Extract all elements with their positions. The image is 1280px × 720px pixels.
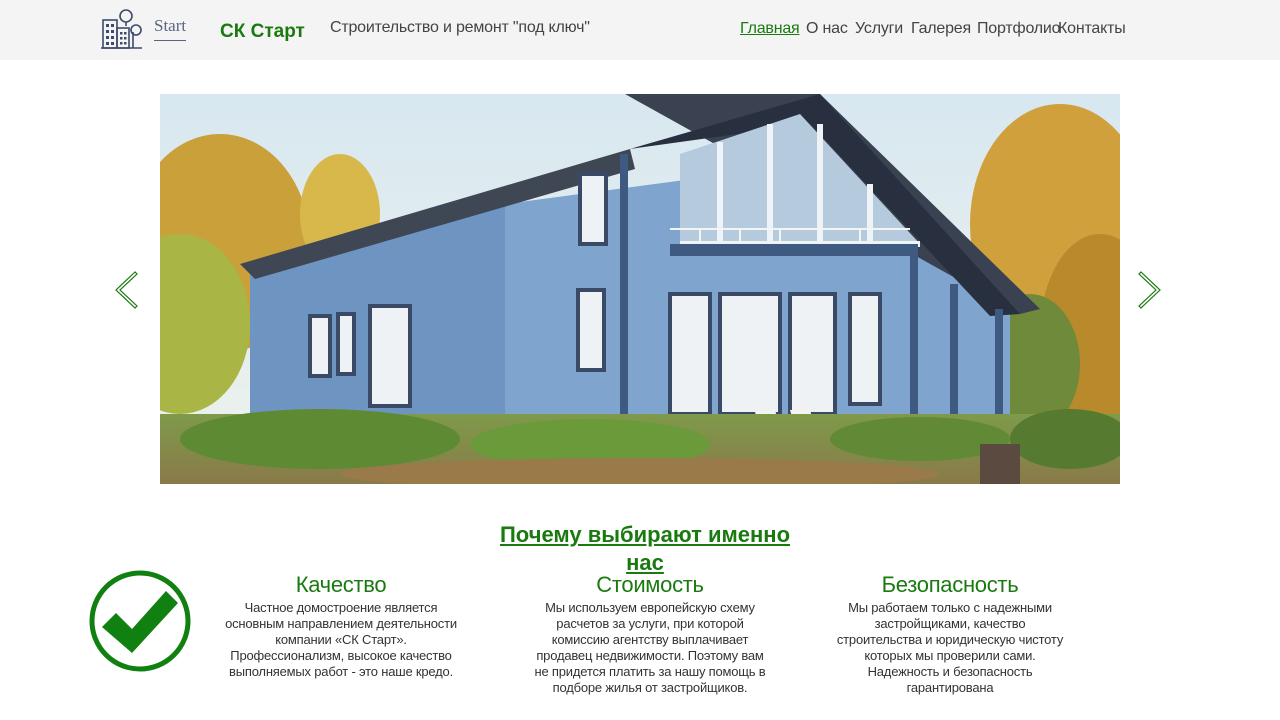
nav-item-gallery[interactable]: Галерея	[911, 20, 971, 38]
house-photo	[160, 94, 1120, 484]
slider-next-arrow[interactable]	[1137, 270, 1163, 310]
feature-quality: Качество Частное домостроение является о…	[220, 572, 462, 680]
logo-underline	[154, 40, 186, 41]
nav-item-contacts[interactable]: Контакты	[1058, 20, 1126, 38]
logo-text: Start	[154, 16, 187, 35]
hero-slider[interactable]	[160, 94, 1120, 484]
feature-safety: Безопасность Мы работаем только с надежн…	[832, 572, 1068, 696]
tagline: Строительство и ремонт "под ключ"	[330, 19, 590, 36]
feature-text: Частное домостроение является основным н…	[225, 600, 457, 679]
nav-item-portfolio[interactable]: Портфолио	[977, 20, 1061, 38]
feature-title: Стоимость	[596, 572, 704, 597]
nav-item-services[interactable]: Услуги	[855, 20, 903, 38]
chevron-left-icon	[115, 271, 138, 309]
section-title: Почему выбирают именно нас	[499, 522, 791, 575]
chevron-right-icon	[1138, 271, 1161, 309]
feature-text: Мы используем европейскую схему расчетов…	[534, 600, 766, 695]
feature-title: Безопасность	[881, 572, 1019, 597]
header: Start СК Старт Строительство и ремонт "п…	[0, 0, 1280, 60]
feature-text: Мы работаем только с надежными застройщи…	[836, 600, 1064, 695]
brand-name[interactable]: СК Старт	[220, 21, 305, 43]
feature-cost: Стоимость Мы используем европейскую схем…	[530, 572, 770, 696]
nav-item-home[interactable]: Главная	[740, 20, 800, 38]
checkmark-icon	[88, 569, 192, 673]
feature-title: Качество	[295, 572, 387, 597]
slider-prev-arrow[interactable]	[113, 270, 139, 310]
nav-item-about[interactable]: О нас	[806, 20, 848, 38]
